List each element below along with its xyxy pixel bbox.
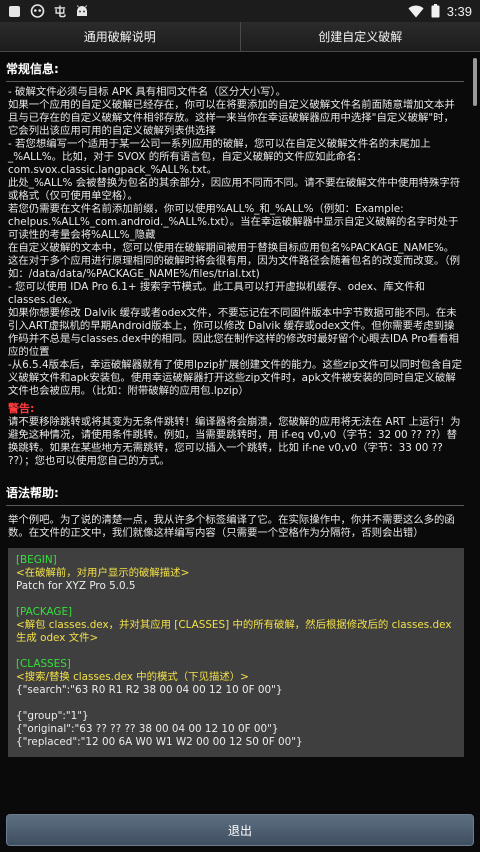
example-line: [PACKAGE]	[16, 606, 73, 618]
clock: 3:39	[446, 3, 472, 19]
exit-button[interactable]: 退出	[6, 814, 474, 846]
robot-icon	[30, 4, 45, 18]
notification-square-icon	[8, 5, 21, 18]
syntax-example-box: [BEGIN] <在破解前，对用户显示的破解描述> Patch for XYZ …	[8, 548, 464, 757]
syntax-intro-text: 举个例吧。为了说的清楚一点，我从许多个标签编译了它。在实际操作中，你并不需要这么…	[8, 514, 455, 539]
help-content[interactable]: 常规信息: - 破解文件必须与目标 APK 具有相同文件名（区分大小写）。 如果…	[0, 52, 480, 812]
scrollbar-thumb[interactable]	[473, 58, 477, 106]
wifi-icon	[408, 5, 424, 18]
app-glyph: 屯	[54, 4, 67, 19]
battery-icon	[431, 4, 440, 18]
example-line: <解包 classes.dex，并对其应用 [CLASSES] 中的所有破解，然…	[16, 619, 452, 644]
general-info-heading: 常规信息:	[6, 60, 464, 82]
general-info-text: - 破解文件必须与目标 APK 具有相同文件名（区分大小写）。 如果一个应用的自…	[8, 86, 462, 397]
tab-create-custom-patch[interactable]: 创建自定义破解	[239, 22, 480, 51]
syntax-help-heading: 语法帮助:	[6, 484, 464, 506]
warning-heading: 警告:	[8, 402, 35, 415]
exit-button-container: 退出	[6, 814, 474, 846]
example-line: {"group":"1"}	[16, 710, 89, 722]
android-icon	[75, 4, 89, 18]
example-line: <在破解前，对用户显示的破解描述>	[16, 567, 190, 579]
example-line: {"search":"63 R0 R1 R2 38 00 04 00 12 10…	[16, 684, 283, 696]
example-line: [BEGIN]	[16, 554, 57, 566]
example-line: Patch for XYZ Pro 5.0.5	[16, 580, 136, 592]
tab-bar: 通用破解说明 创建自定义破解	[0, 22, 480, 52]
example-line: {"replaced":"12 00 6A W0 W1 W2 00 00 12 …	[16, 736, 303, 748]
example-line: [CLASSES]	[16, 658, 71, 670]
example-line: <搜索/替换 classes.dex 中的模式（下见描述）>	[16, 671, 249, 683]
example-line: {"original":"63 ?? ?? ?? 38 00 04 00 12 …	[16, 723, 279, 735]
status-bar: 屯 3:39	[0, 0, 480, 22]
tab-general-instructions[interactable]: 通用破解说明	[0, 22, 240, 51]
warning-text: 请不要移除跳转或将其变为无条件跳转！编译器将会崩溃，您破解的应用将无法在 ART…	[8, 416, 461, 467]
